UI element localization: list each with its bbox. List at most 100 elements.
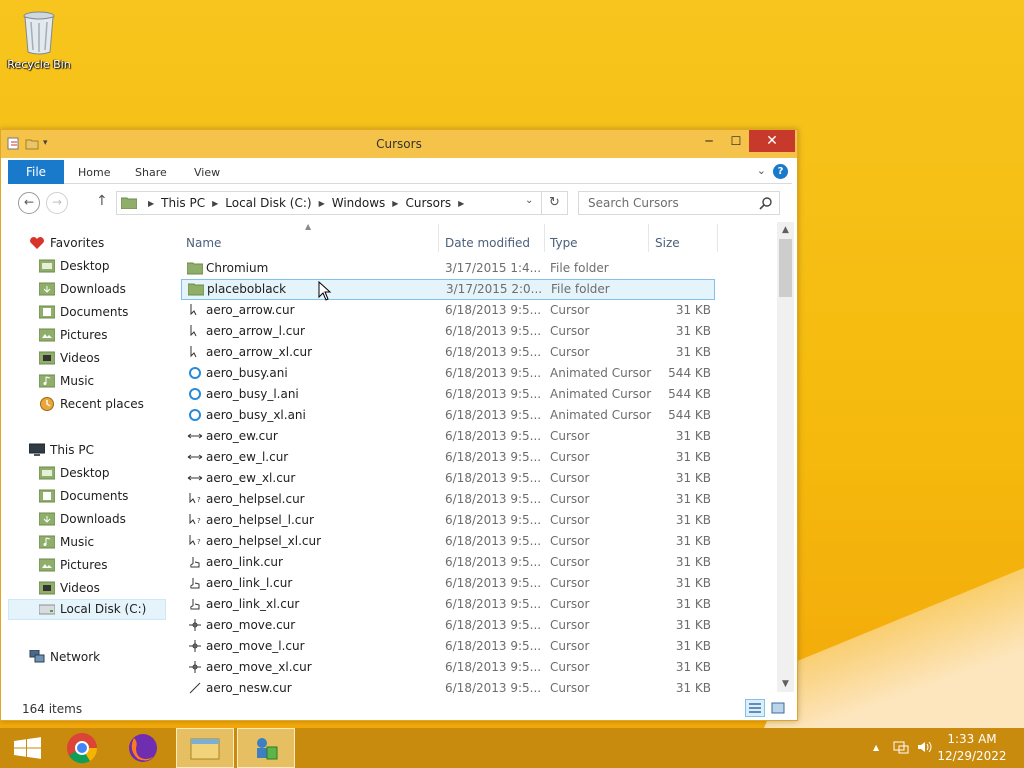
scroll-down-arrow-icon[interactable]: ▼ [777, 676, 794, 692]
volume-icon[interactable] [917, 740, 933, 754]
computer-icon [29, 443, 45, 456]
file-row[interactable]: aero_move_l.cur 6/18/2013 9:5... Cursor 31 … [176, 636, 716, 657]
vertical-scrollbar[interactable]: ▲ ▼ [777, 222, 794, 692]
folder-row[interactable]: Chromium 3/17/2015 1:4... File folder [176, 258, 716, 279]
file-row[interactable]: aero_ew.cur 6/18/2013 9:5... Cursor 31 KB [176, 426, 716, 447]
taskbar-chrome[interactable] [54, 728, 112, 768]
file-row[interactable]: ? aero_helpsel.cur 6/18/2013 9:5... Cursor 3… [176, 489, 716, 510]
sidebar-item-pictures[interactable]: Pictures [8, 325, 166, 346]
file-date-modified: 6/18/2013 9:5... [445, 618, 542, 632]
search-icon[interactable] [759, 196, 773, 210]
search-box[interactable]: Search Cursors [578, 191, 780, 215]
column-divider[interactable] [544, 224, 545, 252]
taskbar-network-app[interactable] [237, 728, 295, 768]
sidebar-favorites[interactable]: Favorites [8, 233, 166, 254]
file-row[interactable]: aero_arrow_xl.cur 6/18/2013 9:5... Cursor 3… [176, 342, 716, 363]
breadcrumb-separator-icon[interactable]: ▶ [212, 199, 218, 208]
file-row[interactable]: aero_ew_xl.cur 6/18/2013 9:5... Cursor 31 K… [176, 468, 716, 489]
file-row[interactable]: aero_arrow_l.cur 6/18/2013 9:5... Cursor 31… [176, 321, 716, 342]
file-row[interactable]: aero_link_l.cur 6/18/2013 9:5... Cursor 31 … [176, 573, 716, 594]
maximize-button[interactable]: ☐ [722, 130, 750, 152]
file-row[interactable]: aero_move_xl.cur 6/18/2013 9:5... Cursor 31… [176, 657, 716, 678]
file-row[interactable]: ? aero_helpsel_xl.cur 6/18/2013 9:5... Curs… [176, 531, 716, 552]
back-button[interactable]: ← [18, 192, 40, 214]
sidebar-item-downloads[interactable]: Downloads [8, 279, 166, 300]
folder-row[interactable]: placeboblack 3/17/2015 2:0... File folder [181, 279, 715, 300]
up-button[interactable]: ↑ [96, 193, 108, 209]
scrollbar-thumb[interactable] [779, 239, 792, 297]
sidebar-item-downloads[interactable]: Downloads [8, 509, 166, 530]
taskbar-firefox[interactable] [114, 728, 172, 768]
sidebar-item-videos[interactable]: Videos [8, 578, 166, 599]
breadcrumb-windows[interactable]: Windows [332, 196, 386, 210]
sidebar-item-label: Music [60, 535, 95, 549]
forward-button[interactable]: → [46, 192, 68, 214]
file-row[interactable]: aero_move.cur 6/18/2013 9:5... Cursor 31 KB [176, 615, 716, 636]
breadcrumb-separator-icon[interactable]: ▶ [392, 199, 398, 208]
column-header-name[interactable]: Name [186, 236, 221, 250]
item-count: 164 items [22, 702, 83, 716]
svg-text:?: ? [197, 517, 201, 525]
sidebar-item-pictures[interactable]: Pictures [8, 555, 166, 576]
sidebar-item-local-disk[interactable]: Local Disk (C:) [8, 599, 166, 620]
sidebar-item-documents[interactable]: Documents [8, 486, 166, 507]
file-date-modified: 6/18/2013 9:5... [445, 513, 542, 527]
sidebar-item-music[interactable]: Music [8, 532, 166, 553]
column-divider[interactable] [438, 224, 439, 252]
sidebar-item-music[interactable]: Music [8, 371, 166, 392]
desktop-recycle-bin[interactable]: Recycle Bin [4, 8, 74, 71]
breadcrumb-cursors[interactable]: Cursors [405, 196, 451, 210]
details-view-button[interactable] [745, 699, 765, 717]
sidebar-item-documents[interactable]: Documents [8, 302, 166, 323]
breadcrumb-separator-icon[interactable]: ▶ [148, 199, 154, 208]
large-icons-view-button[interactable] [768, 699, 788, 717]
sidebar-item-desktop[interactable]: Desktop [8, 463, 166, 484]
file-row[interactable]: aero_link_xl.cur 6/18/2013 9:5... Cursor 31… [176, 594, 716, 615]
file-size: 31 KB [675, 555, 711, 569]
column-header-type[interactable]: Type [550, 236, 578, 250]
sidebar-network[interactable]: Network [8, 647, 166, 668]
sidebar-this-pc[interactable]: This PC [8, 440, 166, 461]
file-row[interactable]: aero_busy_xl.ani 6/18/2013 9:5... Animated… [176, 405, 716, 426]
file-row[interactable]: aero_ew_l.cur 6/18/2013 9:5... Cursor 31 KB [176, 447, 716, 468]
breadcrumb-local-disk[interactable]: Local Disk (C:) [225, 196, 311, 210]
tab-view[interactable]: View [194, 166, 220, 179]
refresh-button[interactable]: ↻ [541, 192, 567, 214]
column-header-size[interactable]: Size [655, 236, 680, 250]
file-row[interactable]: aero_nesw.cur 6/18/2013 9:5... Cursor 31 KB [176, 678, 716, 699]
taskbar-file-explorer[interactable] [176, 728, 234, 768]
sidebar-item-desktop[interactable]: Desktop [8, 256, 166, 277]
column-divider[interactable] [717, 224, 718, 252]
network-tray-icon[interactable] [893, 740, 909, 754]
file-row[interactable]: aero_busy.ani 6/18/2013 9:5... Animated Cu… [176, 363, 716, 384]
expand-ribbon-chevron-icon[interactable]: ⌄ [757, 164, 766, 177]
address-bar[interactable]: ▶ This PC ▶ Local Disk (C:) ▶ Windows ▶ … [116, 191, 568, 215]
system-clock[interactable]: 1:33 AM 12/29/2022 [932, 731, 1012, 765]
file-size: 31 KB [675, 492, 711, 506]
file-type: Cursor [550, 471, 590, 485]
title-bar[interactable]: ▾ Cursors ─ ☐ ✕ [1, 130, 797, 158]
scroll-up-arrow-icon[interactable]: ▲ [777, 222, 794, 238]
file-row[interactable]: aero_busy_l.ani 6/18/2013 9:5... Animated … [176, 384, 716, 405]
breadcrumb-separator-icon[interactable]: ▶ [458, 199, 464, 208]
breadcrumb-separator-icon[interactable]: ▶ [319, 199, 325, 208]
column-divider[interactable] [648, 224, 649, 252]
tab-share[interactable]: Share [135, 166, 167, 179]
breadcrumb-this-pc[interactable]: This PC [161, 196, 205, 210]
tab-file[interactable]: File [8, 160, 64, 184]
file-name: aero_helpsel_xl.cur [206, 534, 322, 548]
tab-home[interactable]: Home [78, 166, 110, 179]
file-row[interactable]: ? aero_helpsel_l.cur 6/18/2013 9:5... Curso… [176, 510, 716, 531]
sidebar-item-recent-places[interactable]: Recent places [8, 394, 166, 415]
minimize-button[interactable]: ─ [695, 130, 723, 152]
show-hidden-icons-chevron-icon[interactable]: ▲ [873, 743, 879, 752]
address-history-chevron-icon[interactable]: ⌄ [525, 195, 533, 206]
hand-cursor-icon [190, 578, 200, 589]
file-row[interactable]: aero_link.cur 6/18/2013 9:5... Cursor 31 KB [176, 552, 716, 573]
column-header-date[interactable]: Date modified [445, 236, 530, 250]
file-row[interactable]: aero_arrow.cur 6/18/2013 9:5... Cursor 31 K… [176, 300, 716, 321]
close-button[interactable]: ✕ [749, 130, 795, 152]
start-button[interactable] [0, 728, 58, 768]
help-button[interactable]: ? [773, 164, 788, 179]
sidebar-item-videos[interactable]: Videos [8, 348, 166, 369]
